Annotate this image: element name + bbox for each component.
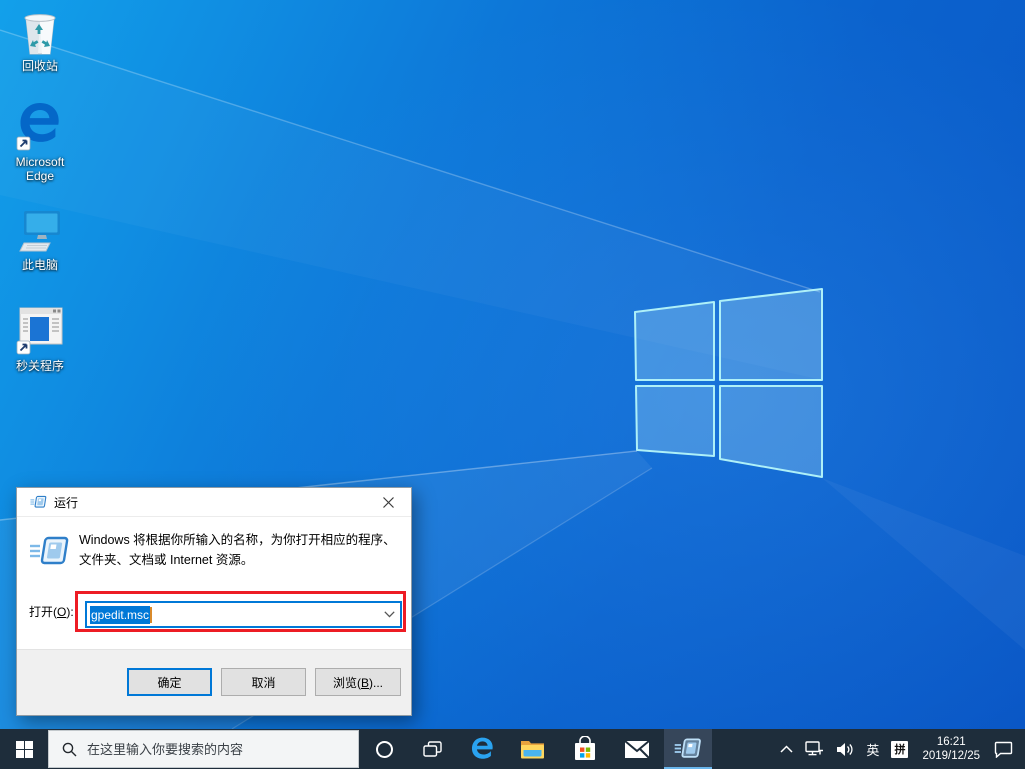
action-center-icon xyxy=(994,741,1013,758)
desktop-icon-label: 此电脑 xyxy=(21,258,58,272)
taskbar-search-box[interactable] xyxy=(48,730,359,768)
dialog-body: Windows 将根据你所输入的名称，为你打开相应的程序、 文件夹、文档或 In… xyxy=(17,517,411,650)
volume-button[interactable] xyxy=(830,729,860,769)
task-view-button[interactable] xyxy=(408,729,456,769)
taskbar-edge-button[interactable] xyxy=(458,729,506,769)
network-icon xyxy=(805,741,824,756)
shortcut-arrow-overlay-icon xyxy=(16,340,31,355)
task-view-icon xyxy=(422,740,442,757)
run-window-icon xyxy=(674,737,701,758)
close-icon xyxy=(383,496,394,508)
search-icon xyxy=(62,742,77,756)
ime-pinyin-badge: 拼 xyxy=(891,740,909,758)
start-button[interactable] xyxy=(0,729,48,769)
chevron-down-icon xyxy=(383,611,395,618)
taskbar-mail-button[interactable] xyxy=(613,729,661,769)
volume-icon xyxy=(837,742,853,756)
edge-icon xyxy=(6,102,74,152)
windows-start-icon xyxy=(15,740,33,758)
tray-overflow-button[interactable] xyxy=(774,729,799,769)
taskbar-run-app-button[interactable] xyxy=(664,729,712,769)
desktop: 回收站 Microsoft Edge 此电脑 秒关程序 运行 Windows 将… xyxy=(0,0,1025,729)
search-input[interactable] xyxy=(87,741,358,757)
desktop-icon-label: 回收站 xyxy=(21,59,58,73)
dialog-footer: 确定 取消 浏览(B)... xyxy=(17,649,411,715)
recycle-bin-icon xyxy=(6,6,74,56)
selected-input-text: gpedit.msc xyxy=(90,605,151,624)
system-tray: 英 拼 16:21 2019/12/25 xyxy=(774,729,1019,769)
chevron-up-icon xyxy=(780,745,793,753)
taskbar: 英 拼 16:21 2019/12/25 xyxy=(0,729,1025,769)
language-indicator[interactable]: 英 xyxy=(860,729,885,769)
microsoft-store-icon xyxy=(575,736,595,760)
browse-button[interactable]: 浏览(B)... xyxy=(315,668,401,696)
app-window-icon xyxy=(6,306,74,356)
desktop-icon-microsoft-edge[interactable]: Microsoft Edge xyxy=(6,102,74,183)
text-caret xyxy=(150,606,153,623)
windows-flag-icon xyxy=(634,288,823,478)
combobox-dropdown-button[interactable] xyxy=(379,604,399,625)
dialog-titlebar[interactable]: 运行 xyxy=(17,488,411,517)
dialog-description: Windows 将根据你所输入的名称，为你打开相应的程序、 文件夹、文档或 In… xyxy=(79,533,396,567)
mail-icon xyxy=(624,739,650,759)
desktop-icon-shortcut-app[interactable]: 秒关程序 xyxy=(6,306,74,373)
this-pc-icon xyxy=(6,205,74,255)
run-window-icon xyxy=(30,534,70,573)
network-status-button[interactable] xyxy=(799,729,830,769)
taskbar-file-explorer-button[interactable] xyxy=(509,729,557,769)
cancel-button[interactable]: 取消 xyxy=(221,668,306,696)
ok-button[interactable]: 确定 xyxy=(127,668,212,696)
run-command-combobox[interactable]: gpedit.msc xyxy=(85,601,402,628)
run-window-icon xyxy=(30,495,47,509)
desktop-icon-recycle-bin[interactable]: 回收站 xyxy=(6,6,74,73)
shortcut-arrow-overlay-icon xyxy=(16,136,31,151)
clock-time: 16:21 xyxy=(936,736,966,748)
desktop-icon-this-pc[interactable]: 此电脑 xyxy=(6,205,74,272)
file-explorer-icon xyxy=(521,741,544,759)
open-field-label: 打开(O): xyxy=(29,605,74,619)
close-button[interactable] xyxy=(366,488,411,516)
desktop-icon-label: 秒关程序 xyxy=(15,359,64,373)
cortana-button[interactable] xyxy=(360,729,408,769)
run-dialog-window: 运行 Windows 将根据你所输入的名称，为你打开相应的程序、 文件夹、文档或… xyxy=(16,487,412,716)
action-center-button[interactable] xyxy=(988,729,1019,769)
clock-date: 2019/12/25 xyxy=(922,750,980,762)
cortana-icon xyxy=(375,740,393,758)
edge-icon xyxy=(471,737,493,759)
red-annotation-box: gpedit.msc xyxy=(75,591,406,632)
dialog-title: 运行 xyxy=(54,495,79,510)
desktop-icon-label: Microsoft Edge xyxy=(15,155,65,183)
ime-mode-indicator[interactable]: 拼 xyxy=(885,729,914,769)
taskbar-store-button[interactable] xyxy=(561,729,609,769)
clock[interactable]: 16:21 2019/12/25 xyxy=(914,729,988,769)
